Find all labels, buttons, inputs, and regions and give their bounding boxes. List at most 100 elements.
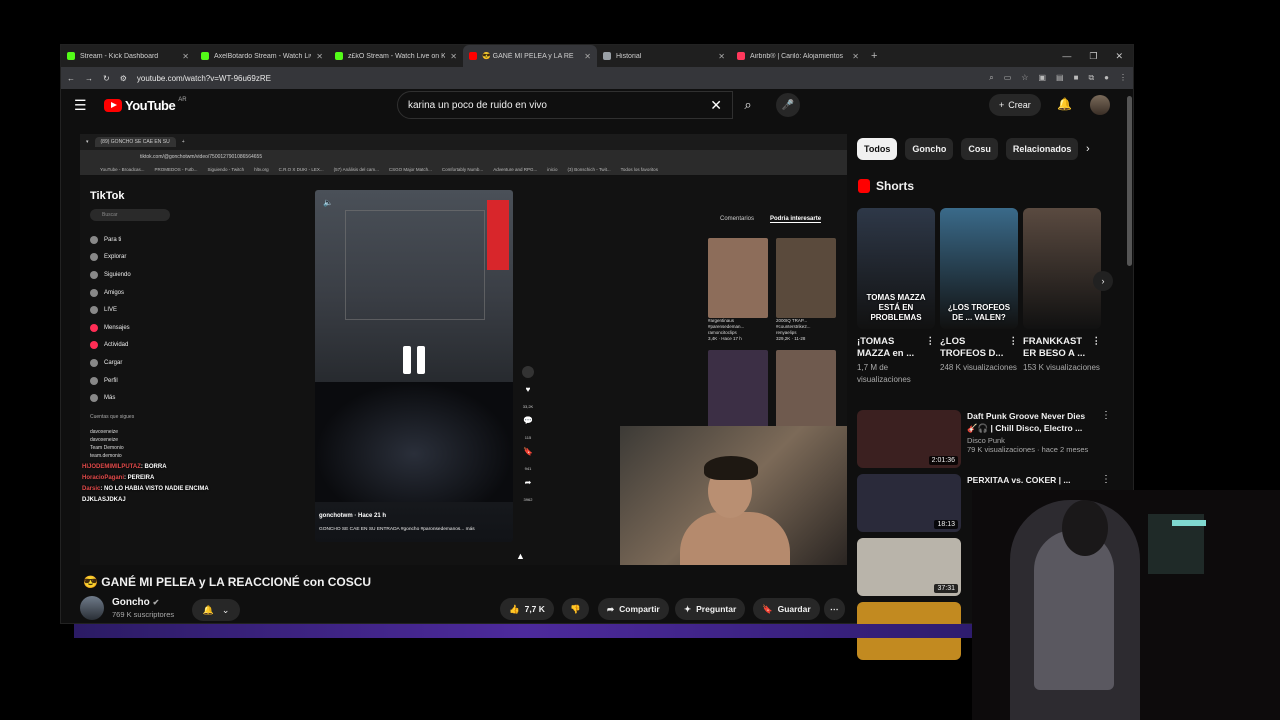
following-account: davoxeneize — [90, 437, 119, 443]
zoom-icon[interactable]: ⌕ — [989, 73, 993, 83]
browser-tab[interactable]: Stream - Kick Dashboard ✕ — [61, 45, 195, 67]
side-tab: Podría interesarte — [770, 216, 822, 223]
reload-icon[interactable]: ↻ — [103, 74, 110, 83]
chat-text: : PEREIRA — [124, 475, 155, 481]
close-tab-icon[interactable]: ✕ — [450, 52, 457, 61]
back-icon[interactable]: ← — [67, 74, 75, 83]
account-avatar[interactable] — [1090, 95, 1110, 115]
nav-icon — [90, 270, 98, 279]
extension-icon[interactable]: ▣ — [1038, 73, 1046, 83]
share-button[interactable]: ➦ Compartir — [598, 598, 669, 620]
short-title-text: ¿LOS TROFEOS D... — [940, 336, 1004, 359]
search-input[interactable]: karina un poco de ruido en vivo ✕ — [397, 91, 733, 119]
tab-title: Historial — [616, 52, 642, 60]
inner-tab: (89) GONCHO SE CAE EN SU — [94, 137, 176, 147]
more-actions-button[interactable]: ⋯ — [824, 598, 845, 620]
filter-chip[interactable]: Relacionados — [1005, 138, 1079, 160]
address-bar[interactable]: youtube.com/watch?v=WT-96u69zRE — [137, 74, 979, 83]
browser-menu-icon[interactable]: ⋮ — [1119, 73, 1127, 83]
video-thumbnail: 18:13 — [857, 474, 961, 532]
youtube-logo[interactable]: YouTube AR — [104, 97, 187, 113]
chat-text: : NO LO HABIA VISTO NADIE ENCIMA — [100, 486, 209, 492]
save-button[interactable]: 🔖 Guardar — [753, 598, 820, 620]
following-account: team.demonio — [90, 453, 122, 459]
site-info-icon[interactable]: ⚙ — [120, 74, 127, 83]
recommended-video[interactable]: 2:01:36 Daft Punk Groove Never Dies 🎸🎧 | … — [857, 410, 1117, 468]
nav-label: Mensajes — [104, 324, 130, 331]
forward-icon[interactable]: → — [85, 74, 93, 83]
close-tab-icon[interactable]: ✕ — [852, 52, 859, 61]
bookmark-item: CSGO Major Match... — [388, 167, 432, 172]
channel-row: Goncho ✔ 769 K suscriptores 🔔 ⌄ 👍 7,7 K 👎 … — [80, 596, 850, 624]
inner-dropdown-icon: ▾ — [86, 139, 89, 145]
search-button[interactable]: ⌕ — [733, 91, 763, 119]
more-icon[interactable]: ⋮ — [926, 336, 936, 348]
browser-tab[interactable]: 😎 GANÉ MI PELEA y LA RE ✕ — [463, 45, 597, 67]
nav-label: LIVE — [104, 307, 118, 314]
close-window-icon[interactable]: ✕ — [1115, 51, 1123, 62]
close-tab-icon[interactable]: ✕ — [182, 52, 189, 61]
filter-chip[interactable]: Todos — [857, 138, 898, 160]
tiktok-nav-item: Amigos — [90, 284, 180, 302]
bookmark-star-icon[interactable]: ☆ — [1021, 73, 1028, 83]
close-tab-icon[interactable]: ✕ — [316, 52, 323, 61]
youtube-header: ☰ YouTube AR karina un poco de ruido en … — [61, 89, 1133, 121]
bookmark-item: Adventure and RPG... — [493, 167, 538, 172]
filter-chip[interactable]: Cosu — [961, 138, 998, 160]
browser-tab[interactable]: AxelBotardo Stream - Watch Live ✕ — [195, 45, 329, 67]
notifications-bell-icon[interactable]: 🔔 — [1057, 97, 1072, 111]
close-tab-icon[interactable]: ✕ — [584, 52, 591, 61]
more-icon[interactable]: ⋮ — [1101, 410, 1111, 421]
extension-icon[interactable]: ▤ — [1056, 73, 1064, 83]
extensions-puzzle-icon[interactable]: ⧉ — [1088, 73, 1094, 83]
close-tab-icon[interactable]: ✕ — [718, 52, 725, 61]
tiktok-nav: Para ti Explorar Siguiendo Amigos LIVE Mensaj… — [90, 231, 180, 407]
minimize-icon[interactable]: — — [1062, 51, 1071, 62]
clear-search-icon[interactable]: ✕ — [710, 97, 722, 114]
short-item[interactable]: ¿LOS TROFEOS DE ... VALEN? ¿LOS TROFEOS D… — [940, 208, 1018, 386]
hamburger-menu-icon[interactable]: ☰ — [74, 97, 87, 114]
nav-label: Más — [104, 395, 116, 402]
more-icon[interactable]: ⋮ — [1009, 336, 1019, 348]
browser-tab[interactable]: Historial ✕ — [597, 45, 731, 67]
browser-tab[interactable]: Airbnb® | Cariló: Alojamientos ✕ — [731, 45, 865, 67]
subscription-bell-button[interactable]: 🔔 ⌄ — [192, 599, 240, 621]
maximize-icon[interactable]: ❐ — [1089, 51, 1097, 62]
extension-icon[interactable]: ■ — [1074, 73, 1079, 83]
filter-chip[interactable]: Goncho — [905, 138, 954, 160]
cast-icon[interactable]: ▭ — [1004, 73, 1012, 83]
tiktok-nav-item: Explorar — [90, 249, 180, 267]
tiktok-suggestions: #argentinaus #parensedeman... ramoncitocli… — [708, 238, 836, 430]
bookmark-item: (3) Bonschich - Twit... — [567, 167, 611, 172]
search-icon: ⌕ — [744, 97, 752, 112]
new-tab-button[interactable]: + — [865, 50, 883, 62]
dislike-button[interactable]: 👎 — [562, 598, 589, 620]
window-controls: — ❐ ✕ — [1062, 51, 1133, 62]
short-item[interactable]: FRANKKAST ER BESO A ... ⋮ 153 K visualizac… — [1023, 208, 1101, 386]
video-thumbnail: 2:01:36 — [857, 410, 961, 468]
tab-title: AxelBotardo Stream - Watch Live — [214, 52, 312, 60]
short-item[interactable]: TOMAS MAZZA ESTÁ EN PROBLEMAS ¡TOMAS MAZZ… — [857, 208, 935, 386]
more-icon[interactable]: ⋮ — [1092, 336, 1102, 348]
like-button[interactable]: 👍 7,7 K — [500, 598, 554, 620]
voice-search-button[interactable]: 🎤 — [776, 93, 800, 117]
scrollbar[interactable] — [1127, 96, 1132, 266]
nav-icon — [90, 323, 98, 332]
suggested-thumbnail — [776, 238, 836, 318]
profile-icon[interactable]: ● — [1104, 73, 1109, 83]
video-title: PERXITAA vs. COKER | ... — [967, 475, 1071, 485]
shorts-shelf: TOMAS MAZZA ESTÁ EN PROBLEMAS ¡TOMAS MAZZ… — [857, 208, 1101, 386]
ask-button[interactable]: ✦ Preguntar — [675, 598, 746, 620]
more-icon[interactable]: ⋮ — [1101, 474, 1111, 485]
following-list: davoxeneize davoxeneize Team Demonio team.d… — [90, 428, 124, 460]
tiktok-nav-item: Cargar — [90, 354, 180, 372]
chips-next-icon[interactable]: › — [1086, 143, 1090, 155]
video-player[interactable]: ▾ (89) GONCHO SE CAE EN SU + tiktok.com/… — [80, 134, 847, 565]
create-button[interactable]: + Crear — [989, 94, 1041, 116]
tab-favicon-icon — [335, 52, 343, 60]
channel-avatar[interactable] — [80, 596, 104, 620]
shorts-next-icon[interactable]: › — [1093, 271, 1113, 291]
browser-tab[interactable]: z£kO Stream - Watch Live on K ✕ — [329, 45, 463, 67]
tiktok-nav-item: Más — [90, 389, 180, 407]
channel-name[interactable]: Goncho ✔ — [112, 597, 159, 608]
